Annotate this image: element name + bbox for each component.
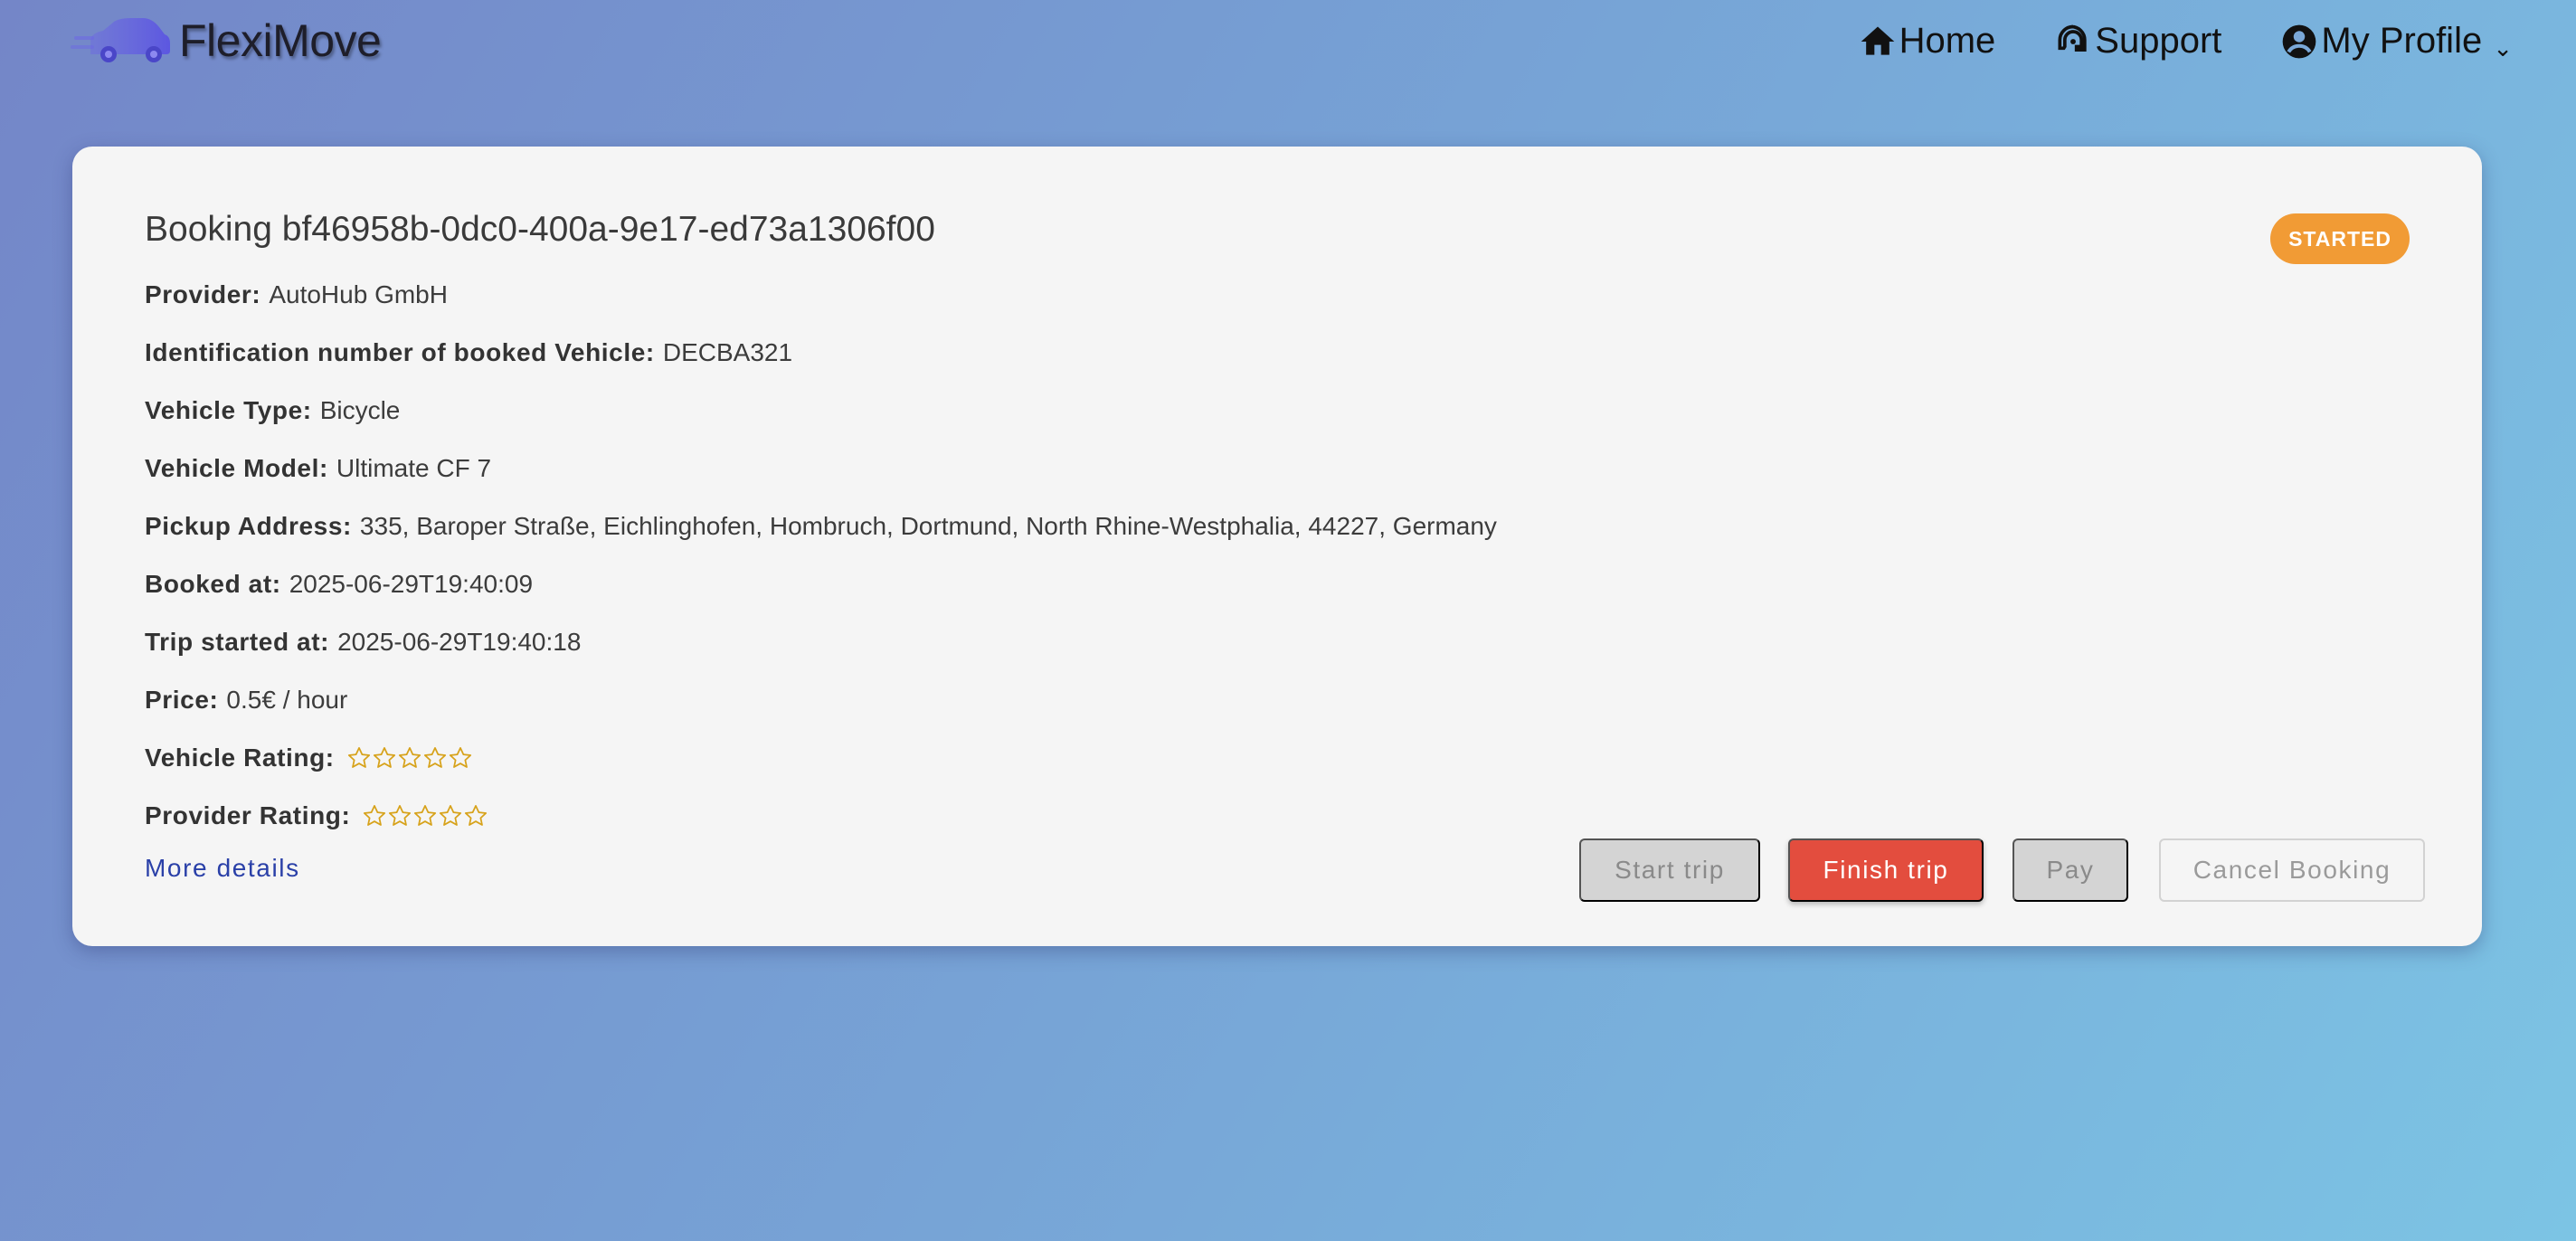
detail-value: 335, Baroper Straße, Eichlinghofen, Homb… xyxy=(359,512,1497,540)
detail-price: Price: 0.5€ / hour xyxy=(145,671,1497,729)
top-header: FlexiMove Home Support My Profile ⌄ xyxy=(0,0,2576,90)
detail-booked-at: Booked at: 2025-06-29T19:40:09 xyxy=(145,555,1497,613)
star-icon[interactable] xyxy=(346,745,372,771)
detail-label: Price: xyxy=(145,686,219,714)
nav-support-label: Support xyxy=(2095,21,2222,61)
nav-profile-menu[interactable]: My Profile ⌄ xyxy=(2279,20,2513,62)
pay-button[interactable]: Pay xyxy=(2012,838,2128,902)
app-logo[interactable]: FlexiMove xyxy=(71,13,382,69)
detail-pickup-address: Pickup Address: 335, Baroper Straße, Eic… xyxy=(145,497,1497,555)
detail-value: Bicycle xyxy=(319,396,401,424)
detail-label: Provider Rating: xyxy=(145,801,351,829)
car-logo-icon xyxy=(71,18,170,62)
detail-vehicle-rating: Vehicle Rating: xyxy=(145,729,1497,787)
cancel-booking-button[interactable]: Cancel Booking xyxy=(2159,838,2425,902)
detail-vehicle-model: Vehicle Model: Ultimate CF 7 xyxy=(145,440,1497,497)
star-icon[interactable] xyxy=(372,745,397,771)
detail-label: Trip started at: xyxy=(145,628,330,656)
detail-vehicle-id: Identification number of booked Vehicle:… xyxy=(145,324,1497,382)
detail-value: AutoHub GmbH xyxy=(269,280,448,308)
detail-label: Vehicle Rating: xyxy=(145,744,335,772)
detail-label: Identification number of booked Vehicle: xyxy=(145,338,655,366)
start-trip-button[interactable]: Start trip xyxy=(1579,838,1760,902)
detail-value: 2025-06-29T19:40:09 xyxy=(289,570,534,598)
detail-value: Ultimate CF 7 xyxy=(336,454,492,482)
star-icon[interactable] xyxy=(412,803,438,829)
chevron-down-icon: ⌄ xyxy=(2493,34,2513,62)
nav-profile-label: My Profile xyxy=(2321,21,2483,61)
detail-label: Provider: xyxy=(145,280,261,308)
detail-value: 0.5€ / hour xyxy=(226,686,348,714)
star-icon[interactable] xyxy=(422,745,448,771)
booking-details: Provider: AutoHub GmbH Identification nu… xyxy=(145,266,1497,845)
star-icon[interactable] xyxy=(463,803,488,829)
detail-vehicle-type: Vehicle Type: Bicycle xyxy=(145,382,1497,440)
vehicle-rating-stars[interactable] xyxy=(346,745,473,771)
star-icon[interactable] xyxy=(362,803,387,829)
star-icon[interactable] xyxy=(438,803,463,829)
more-details-link[interactable]: More details xyxy=(145,854,300,883)
main-nav: Home Support My Profile ⌄ xyxy=(1800,20,2513,62)
detail-trip-started-at: Trip started at: 2025-06-29T19:40:18 xyxy=(145,613,1497,671)
star-icon[interactable] xyxy=(397,745,422,771)
finish-trip-button[interactable]: Finish trip xyxy=(1788,838,1984,902)
booking-card: Booking bf46958b-0dc0-400a-9e17-ed73a130… xyxy=(72,147,2482,946)
nav-home-label: Home xyxy=(1899,21,1996,61)
booking-title: Booking bf46958b-0dc0-400a-9e17-ed73a130… xyxy=(145,210,935,249)
status-badge: STARTED xyxy=(2270,213,2410,264)
account-circle-icon xyxy=(2283,24,2316,58)
detail-value: 2025-06-29T19:40:18 xyxy=(337,628,582,656)
star-icon[interactable] xyxy=(387,803,412,829)
detail-label: Vehicle Model: xyxy=(145,454,328,482)
nav-support[interactable]: Support xyxy=(2053,21,2221,62)
provider-rating-stars[interactable] xyxy=(362,803,488,829)
detail-label: Pickup Address: xyxy=(145,512,352,540)
detail-provider-rating: Provider Rating: xyxy=(145,787,1497,845)
detail-label: Vehicle Type: xyxy=(145,396,312,424)
star-icon[interactable] xyxy=(448,745,473,771)
detail-value: DECBA321 xyxy=(662,338,793,366)
home-icon xyxy=(1861,26,1894,55)
app-name: FlexiMove xyxy=(179,15,382,66)
detail-provider: Provider: AutoHub GmbH xyxy=(145,266,1497,324)
detail-label: Booked at: xyxy=(145,570,281,598)
nav-home[interactable]: Home xyxy=(1858,21,1996,62)
support-agent-icon xyxy=(2058,24,2087,52)
